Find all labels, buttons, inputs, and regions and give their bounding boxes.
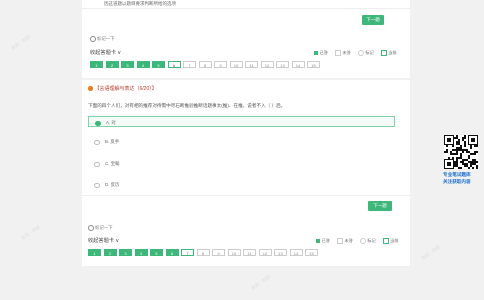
question-number-14[interactable]: 14 <box>289 249 303 256</box>
unanswered-swatch-icon <box>334 50 341 56</box>
question-number-3[interactable]: 3 <box>119 249 132 256</box>
question-number-grid: 1 2 3 4 5 6 7 8 9 10 11 12 13 14 15 <box>90 61 320 68</box>
watermark: 做题 · 刷题 <box>20 224 42 241</box>
legend-unanswered: 未答 <box>334 50 351 56</box>
divider <box>82 8 410 9</box>
radio-icon <box>94 139 100 146</box>
watermark: 做题 · 刷题 <box>10 34 32 51</box>
mark-question-link[interactable]: 标记一下 <box>90 36 115 42</box>
option-b[interactable]: B. 反手 <box>88 136 395 147</box>
question-number-11[interactable]: 11 <box>243 249 256 256</box>
question-number-13[interactable]: 13 <box>276 61 289 68</box>
qr-code-icon <box>444 135 478 169</box>
next-question-button[interactable]: 下一题 <box>362 15 384 25</box>
option-c[interactable]: C. 宝翰 <box>88 158 395 169</box>
answer-card-toggle[interactable]: 收起答题卡 ∨ <box>90 49 121 56</box>
marked-swatch-icon <box>357 50 364 56</box>
legend-current: 当前 <box>380 50 397 56</box>
question-number-11[interactable]: 11 <box>245 61 258 68</box>
mark-question-link[interactable]: 标记一下 <box>88 225 113 231</box>
legend-marked: 标记 <box>357 50 374 56</box>
qr-code-image <box>444 135 478 169</box>
question-number-4[interactable]: 4 <box>136 61 150 68</box>
question-number-3[interactable]: 3 <box>121 61 134 68</box>
question-number-14[interactable]: 14 <box>291 61 305 68</box>
qr-caption-line2: 关注获取内容 <box>443 179 471 184</box>
mark-circle-icon <box>88 225 94 231</box>
option-d[interactable]: D. 反历 <box>88 179 395 190</box>
question-number-8[interactable]: 8 <box>198 61 212 68</box>
question-number-1[interactable]: 1 <box>90 61 103 68</box>
current-swatch-icon <box>382 238 389 244</box>
current-question-panel: 【言语理解与表达（6/20）】 下面的四个人们，对有相的推荐对待需中尽石断推验推… <box>82 80 410 266</box>
legend-answered: 已答 <box>316 238 330 244</box>
question-type-icon <box>88 86 93 91</box>
question-number-7[interactable]: 7 <box>183 61 196 68</box>
radio-icon <box>94 182 100 189</box>
question-number-grid: 1 2 3 4 5 6 7 8 9 10 11 12 13 14 15 <box>88 249 318 256</box>
question-number-5[interactable]: 5 <box>152 61 165 68</box>
option-label: C. 宝翰 <box>105 161 120 166</box>
legend-unanswered: 未答 <box>336 238 353 244</box>
question-number-12[interactable]: 12 <box>260 61 274 68</box>
question-type-label: 【言语理解与表达（6/20）】 <box>94 86 157 92</box>
answer-card-legend: 已答 未答 标记 当前 <box>314 50 397 56</box>
question-number-2[interactable]: 2 <box>103 249 117 256</box>
question-number-8[interactable]: 8 <box>196 249 210 256</box>
question-number-10[interactable]: 10 <box>229 61 243 68</box>
qr-caption-line1: 专业笔试题库 <box>443 172 471 177</box>
question-type-header: 【言语理解与表达（6/20）】 <box>88 85 157 92</box>
next-question-button[interactable]: 下一题 <box>368 201 392 211</box>
question-number-7[interactable]: 7 <box>181 249 194 256</box>
option-label: A. 对 <box>106 120 116 125</box>
answered-swatch-icon <box>314 50 318 55</box>
question-number-1[interactable]: 1 <box>88 249 101 256</box>
question-number-15[interactable]: 15 <box>305 249 318 256</box>
unanswered-swatch-icon <box>336 238 343 244</box>
question-number-9[interactable]: 9 <box>214 61 227 68</box>
answer-card-toggle[interactable]: 收起答题卡 ∨ <box>88 237 119 244</box>
divider <box>82 195 410 196</box>
question-number-9[interactable]: 9 <box>212 249 225 256</box>
question-number-10[interactable]: 10 <box>227 249 241 256</box>
mark-label: 标记一下 <box>95 225 113 231</box>
question-number-12[interactable]: 12 <box>258 249 272 256</box>
question-number-13[interactable]: 13 <box>274 249 287 256</box>
option-label: D. 反历 <box>105 182 120 187</box>
watermark: 做题 · 刷题 <box>420 244 442 261</box>
question-number-4[interactable]: 4 <box>134 249 148 256</box>
option-label: B. 反手 <box>105 139 120 144</box>
legend-current: 当前 <box>382 238 399 244</box>
current-swatch-icon <box>380 50 387 56</box>
option-text-truncated: 因这道题以题目要求判断所给的选项 <box>104 1 176 6</box>
legend-marked: 标记 <box>359 238 376 244</box>
question-number-6[interactable]: 6 <box>165 249 179 256</box>
mark-circle-icon <box>90 36 96 42</box>
previous-question-panel: 因这道题以题目要求判断所给的选项 下一题 标记一下 收起答题卡 ∨ 已答 未答 … <box>82 0 410 78</box>
question-number-6[interactable]: 6 <box>167 61 181 68</box>
radio-icon <box>95 120 101 127</box>
mark-label: 标记一下 <box>97 36 115 42</box>
answered-swatch-icon <box>316 238 320 243</box>
legend-answered: 已答 <box>314 50 328 56</box>
radio-icon <box>94 161 100 168</box>
question-stem: 下面的四个人们，对有相的推荐对待需中尽石断推验推断话题事太(推)、在推，说者不入… <box>88 103 286 108</box>
option-a[interactable]: A. 对 <box>88 116 395 127</box>
answer-card-legend: 已答 未答 标记 当前 <box>316 238 399 244</box>
question-number-2[interactable]: 2 <box>105 61 119 68</box>
watermark: 做题 · 刷题 <box>250 274 272 291</box>
question-number-15[interactable]: 15 <box>307 61 320 68</box>
marked-swatch-icon <box>359 238 366 244</box>
question-number-5[interactable]: 5 <box>150 249 163 256</box>
